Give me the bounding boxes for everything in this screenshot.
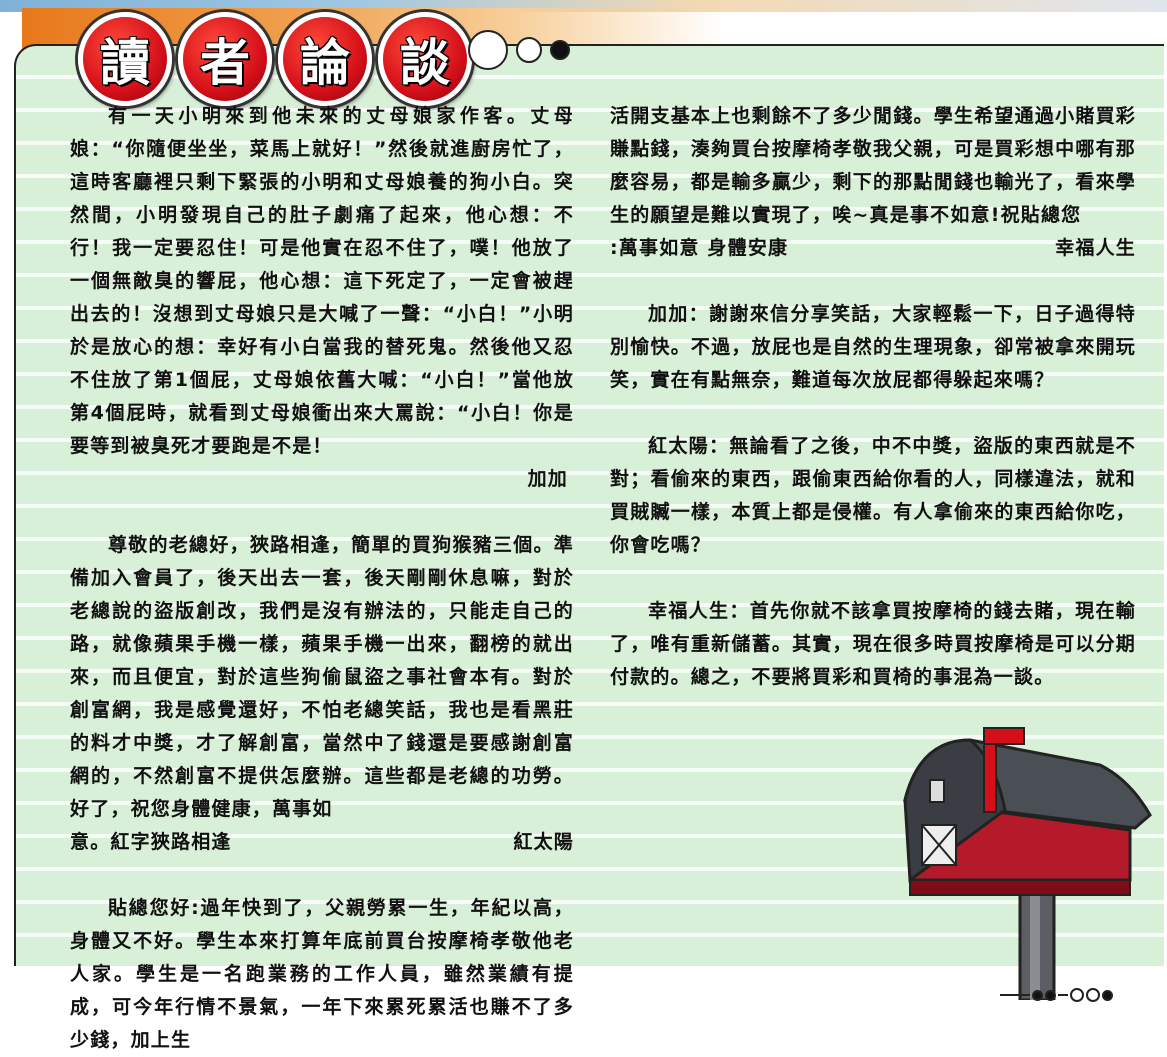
letter-signature: 紅太陽 bbox=[513, 831, 574, 853]
title-char-badge: 讀 bbox=[78, 12, 172, 106]
letter-paragraph: 尊敬的老總好，狹路相逢，簡單的買狗猴豬三個。準備加入會員了，後天出去一套，後天剛… bbox=[70, 534, 574, 820]
decorative-dots bbox=[468, 30, 570, 70]
dot-icon bbox=[550, 40, 570, 60]
bottom-decoration bbox=[1000, 988, 1113, 1002]
dot-icon bbox=[468, 30, 508, 70]
editor-reply: 加加：謝謝來信分享笑話，大家輕鬆一下，日子過得特別愉快。不過，放屁也是自然的生理… bbox=[610, 303, 1136, 391]
title-char-badge: 談 bbox=[378, 12, 472, 106]
letter-paragraph: 貼總您好:過年快到了，父親勞累一生，年紀以高，身體又不好。學生本來打算年底前買台… bbox=[70, 897, 574, 1051]
letter-closing-text: 意。紅字狹路相逢 bbox=[70, 831, 232, 853]
editor-reply: 幸福人生：首先你就不該拿買按摩椅的錢去賭，現在輸了，唯有重新儲蓄。其實，現在很多… bbox=[610, 600, 1136, 688]
letter-signature: 加加 bbox=[527, 468, 568, 490]
section-title: 讀 者 論 談 bbox=[78, 8, 472, 108]
title-char-badge: 者 bbox=[178, 12, 272, 106]
dot-icon bbox=[516, 37, 542, 63]
letter-paragraph-continued: 活開支基本上也剩餘不了多少閒錢。學生希望通過小賭買彩賺點錢，湊夠買台按摩椅孝敬我… bbox=[610, 105, 1136, 226]
letter-paragraph: 有一天小明來到他未來的丈母娘家作客。丈母娘：“你隨便坐坐，菜馬上就好！”然後就進… bbox=[70, 105, 574, 457]
title-char-badge: 論 bbox=[278, 12, 372, 106]
editor-reply: 紅太陽：無論看了之後，中不中獎，盜版的東西就是不對；看偷來的東西，跟偷東西給你看… bbox=[610, 435, 1136, 556]
letter-signature: 幸福人生 bbox=[1055, 237, 1136, 259]
right-column: 活開支基本上也剩餘不了多少閒錢。學生希望通過小賭買彩賺點錢，湊夠買台按摩椅孝敬我… bbox=[610, 100, 1136, 694]
letter-closing-line: 意。紅字狹路相逢 紅太陽 bbox=[70, 826, 574, 859]
letter-closing-line: :萬事如意 身體安康 幸福人生 bbox=[610, 232, 1136, 265]
letter-closing-text: :萬事如意 身體安康 bbox=[610, 237, 789, 259]
mailbox-icon bbox=[903, 727, 1152, 1000]
left-column: 有一天小明來到他未來的丈母娘家作客。丈母娘：“你隨便坐坐，菜馬上就好！”然後就進… bbox=[70, 100, 574, 1057]
